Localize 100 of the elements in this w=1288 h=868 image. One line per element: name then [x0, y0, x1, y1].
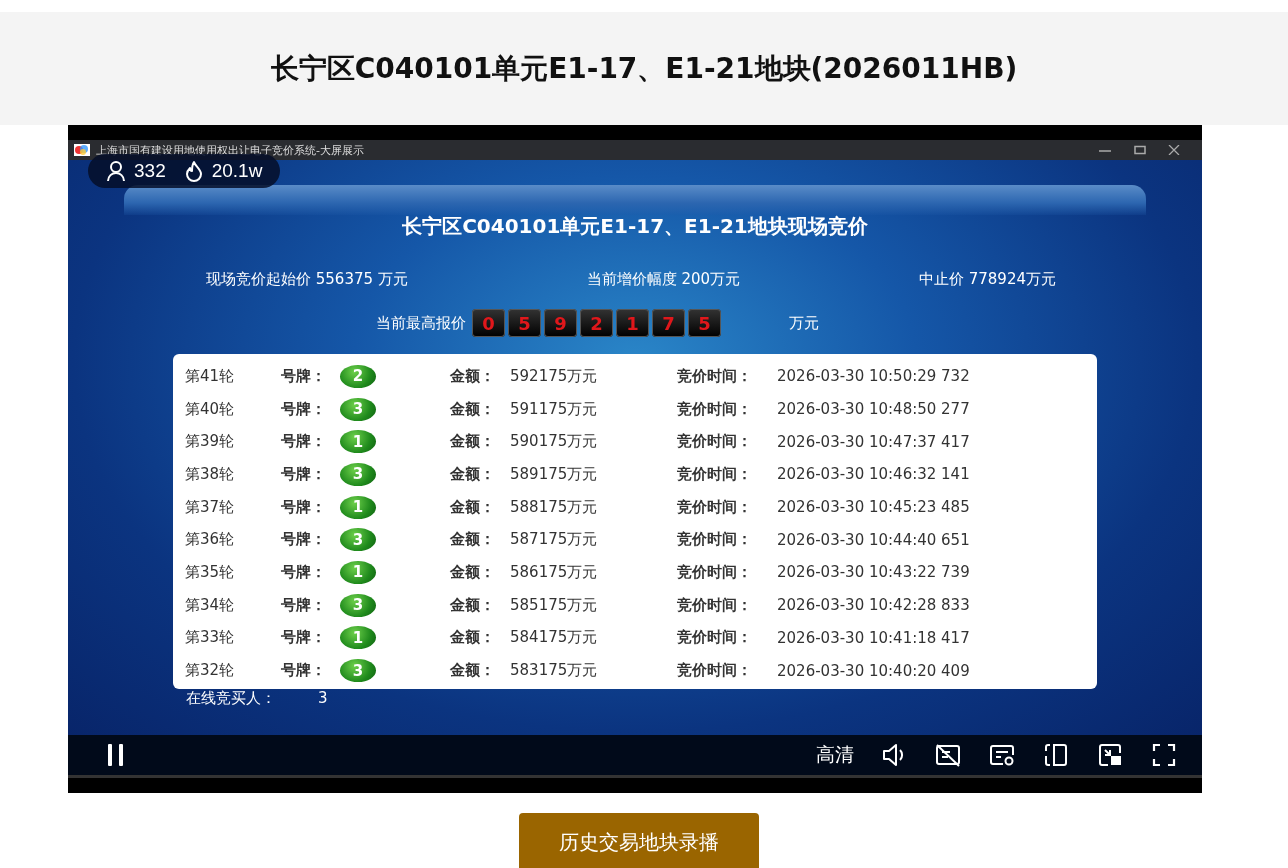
round-number: 第36轮	[185, 530, 236, 550]
plate-badge: 1	[340, 495, 376, 519]
time-label: 竞价时间：	[677, 530, 753, 550]
person-icon	[106, 160, 126, 182]
plate-label: 号牌：	[281, 530, 327, 550]
plate-label: 号牌：	[281, 366, 327, 386]
bid-amount: 585175万元	[510, 595, 599, 615]
plate-badge: 2	[340, 364, 376, 388]
amount-label: 金额：	[450, 628, 496, 648]
plate-badge: 3	[340, 593, 376, 617]
bid-amount: 583175万元	[510, 661, 599, 681]
plate-badge: 3	[340, 462, 376, 486]
auction-stat: 当前增价幅度 200万元	[586, 270, 741, 289]
amount-label: 金额：	[450, 530, 496, 550]
digit-tile: 9	[544, 309, 577, 337]
round-number: 第38轮	[185, 464, 236, 484]
bid-time: 2026-03-30 10:50:29 732	[777, 367, 971, 386]
plate-label: 号牌：	[281, 399, 327, 419]
plate-badge: 1	[340, 626, 376, 650]
auction-stat: 中止价 778924万元	[918, 270, 1056, 289]
time-label: 竞价时间：	[677, 661, 753, 681]
bid-amount: 584175万元	[510, 628, 599, 648]
heat-count: 20.1w	[211, 160, 263, 182]
bid-amount: 589175万元	[510, 464, 599, 484]
bid-amount: 588175万元	[510, 497, 599, 517]
plate-label: 号牌：	[281, 464, 327, 484]
window-title: 上海市国有建设用地使用权出让电子竞价系统-大屏展示	[96, 142, 365, 158]
round-number: 第37轮	[185, 497, 236, 517]
amount-label: 金额：	[450, 562, 496, 582]
picture-in-picture-icon[interactable]	[1096, 741, 1124, 769]
time-label: 竞价时间：	[677, 366, 753, 386]
round-number: 第33轮	[185, 628, 236, 648]
digit-tile: 7	[652, 309, 685, 337]
bid-amount: 590175万元	[510, 432, 599, 452]
amount-label: 金额：	[450, 497, 496, 517]
bid-time: 2026-03-30 10:42:28 833	[777, 596, 971, 615]
highest-bid-unit: 万元	[789, 313, 819, 333]
fullscreen-icon[interactable]	[1150, 741, 1178, 769]
split-view-icon[interactable]	[1042, 741, 1070, 769]
plate-label: 号牌：	[281, 661, 327, 681]
time-label: 竞价时间：	[677, 464, 753, 484]
time-label: 竞价时间：	[677, 497, 753, 517]
plate-label: 号牌：	[281, 562, 327, 582]
bid-amount: 591175万元	[510, 399, 599, 419]
amount-label: 金额：	[450, 432, 496, 452]
bid-time: 2026-03-30 10:43:22 739	[777, 563, 971, 582]
online-bidders-label: 在线竞买人：	[186, 688, 276, 708]
plate-badge: 3	[340, 659, 376, 683]
round-number: 第41轮	[185, 366, 236, 386]
amount-label: 金额：	[450, 661, 496, 681]
time-label: 竞价时间：	[677, 399, 753, 419]
round-number: 第40轮	[185, 399, 236, 419]
maximize-icon[interactable]	[1134, 145, 1146, 155]
round-number: 第34轮	[185, 595, 236, 615]
plate-badge: 1	[340, 560, 376, 584]
close-icon[interactable]	[1168, 145, 1180, 155]
plate-label: 号牌：	[281, 497, 327, 517]
highest-bid-label: 当前最高报价	[376, 313, 466, 333]
round-number: 第35轮	[185, 562, 236, 582]
bid-time: 2026-03-30 10:41:18 417	[777, 628, 971, 647]
flame-icon	[183, 160, 204, 182]
time-label: 竞价时间：	[677, 628, 753, 648]
digit-tile: 5	[508, 309, 541, 337]
amount-label: 金额：	[450, 464, 496, 484]
board-heading: 长宁区C040101单元E1-17、E1-21地块现场竞价	[401, 213, 869, 240]
digit-tile: 5	[688, 309, 721, 337]
time-label: 竞价时间：	[677, 595, 753, 615]
plate-label: 号牌：	[281, 628, 327, 648]
time-label: 竞价时间：	[677, 432, 753, 452]
page-title: 长宁区C040101单元E1-17、E1-21地块(2026011HB)	[270, 50, 1018, 87]
digit-tile: 1	[616, 309, 649, 337]
quality-button[interactable]: 高清	[816, 742, 854, 768]
viewer-count: 332	[134, 160, 166, 182]
round-number: 第32轮	[185, 661, 236, 681]
bid-time: 2026-03-30 10:45:23 485	[777, 498, 971, 517]
plate-badge: 3	[340, 528, 376, 552]
digit-tile: 0	[472, 309, 505, 337]
bid-amount: 586175万元	[510, 562, 599, 582]
danmaku-off-icon[interactable]	[934, 741, 962, 769]
amount-label: 金额：	[450, 399, 496, 419]
bid-amount: 587175万元	[510, 530, 599, 550]
bid-time: 2026-03-30 10:48:50 277	[777, 400, 971, 419]
round-number: 第39轮	[185, 432, 236, 452]
amount-label: 金额：	[450, 366, 496, 386]
history-replay-button[interactable]: 历史交易地块录播	[519, 813, 759, 868]
bid-amount: 592175万元	[510, 366, 599, 386]
bid-time: 2026-03-30 10:46:32 141	[777, 465, 971, 484]
app-logo-icon	[74, 144, 90, 156]
online-bidders-count: 3	[318, 689, 328, 707]
plate-label: 号牌：	[281, 432, 327, 452]
bid-time: 2026-03-30 10:47:37 417	[777, 432, 971, 451]
plate-badge: 1	[340, 430, 376, 454]
plate-label: 号牌：	[281, 595, 327, 615]
amount-label: 金额：	[450, 595, 496, 615]
time-label: 竞价时间：	[677, 562, 753, 582]
digit-tile: 2	[580, 309, 613, 337]
auction-stat: 现场竞价起始价 556375 万元	[206, 270, 408, 289]
bid-time: 2026-03-30 10:40:20 409	[777, 661, 971, 680]
bid-time: 2026-03-30 10:44:40 651	[777, 530, 971, 549]
plate-badge: 3	[340, 397, 376, 421]
